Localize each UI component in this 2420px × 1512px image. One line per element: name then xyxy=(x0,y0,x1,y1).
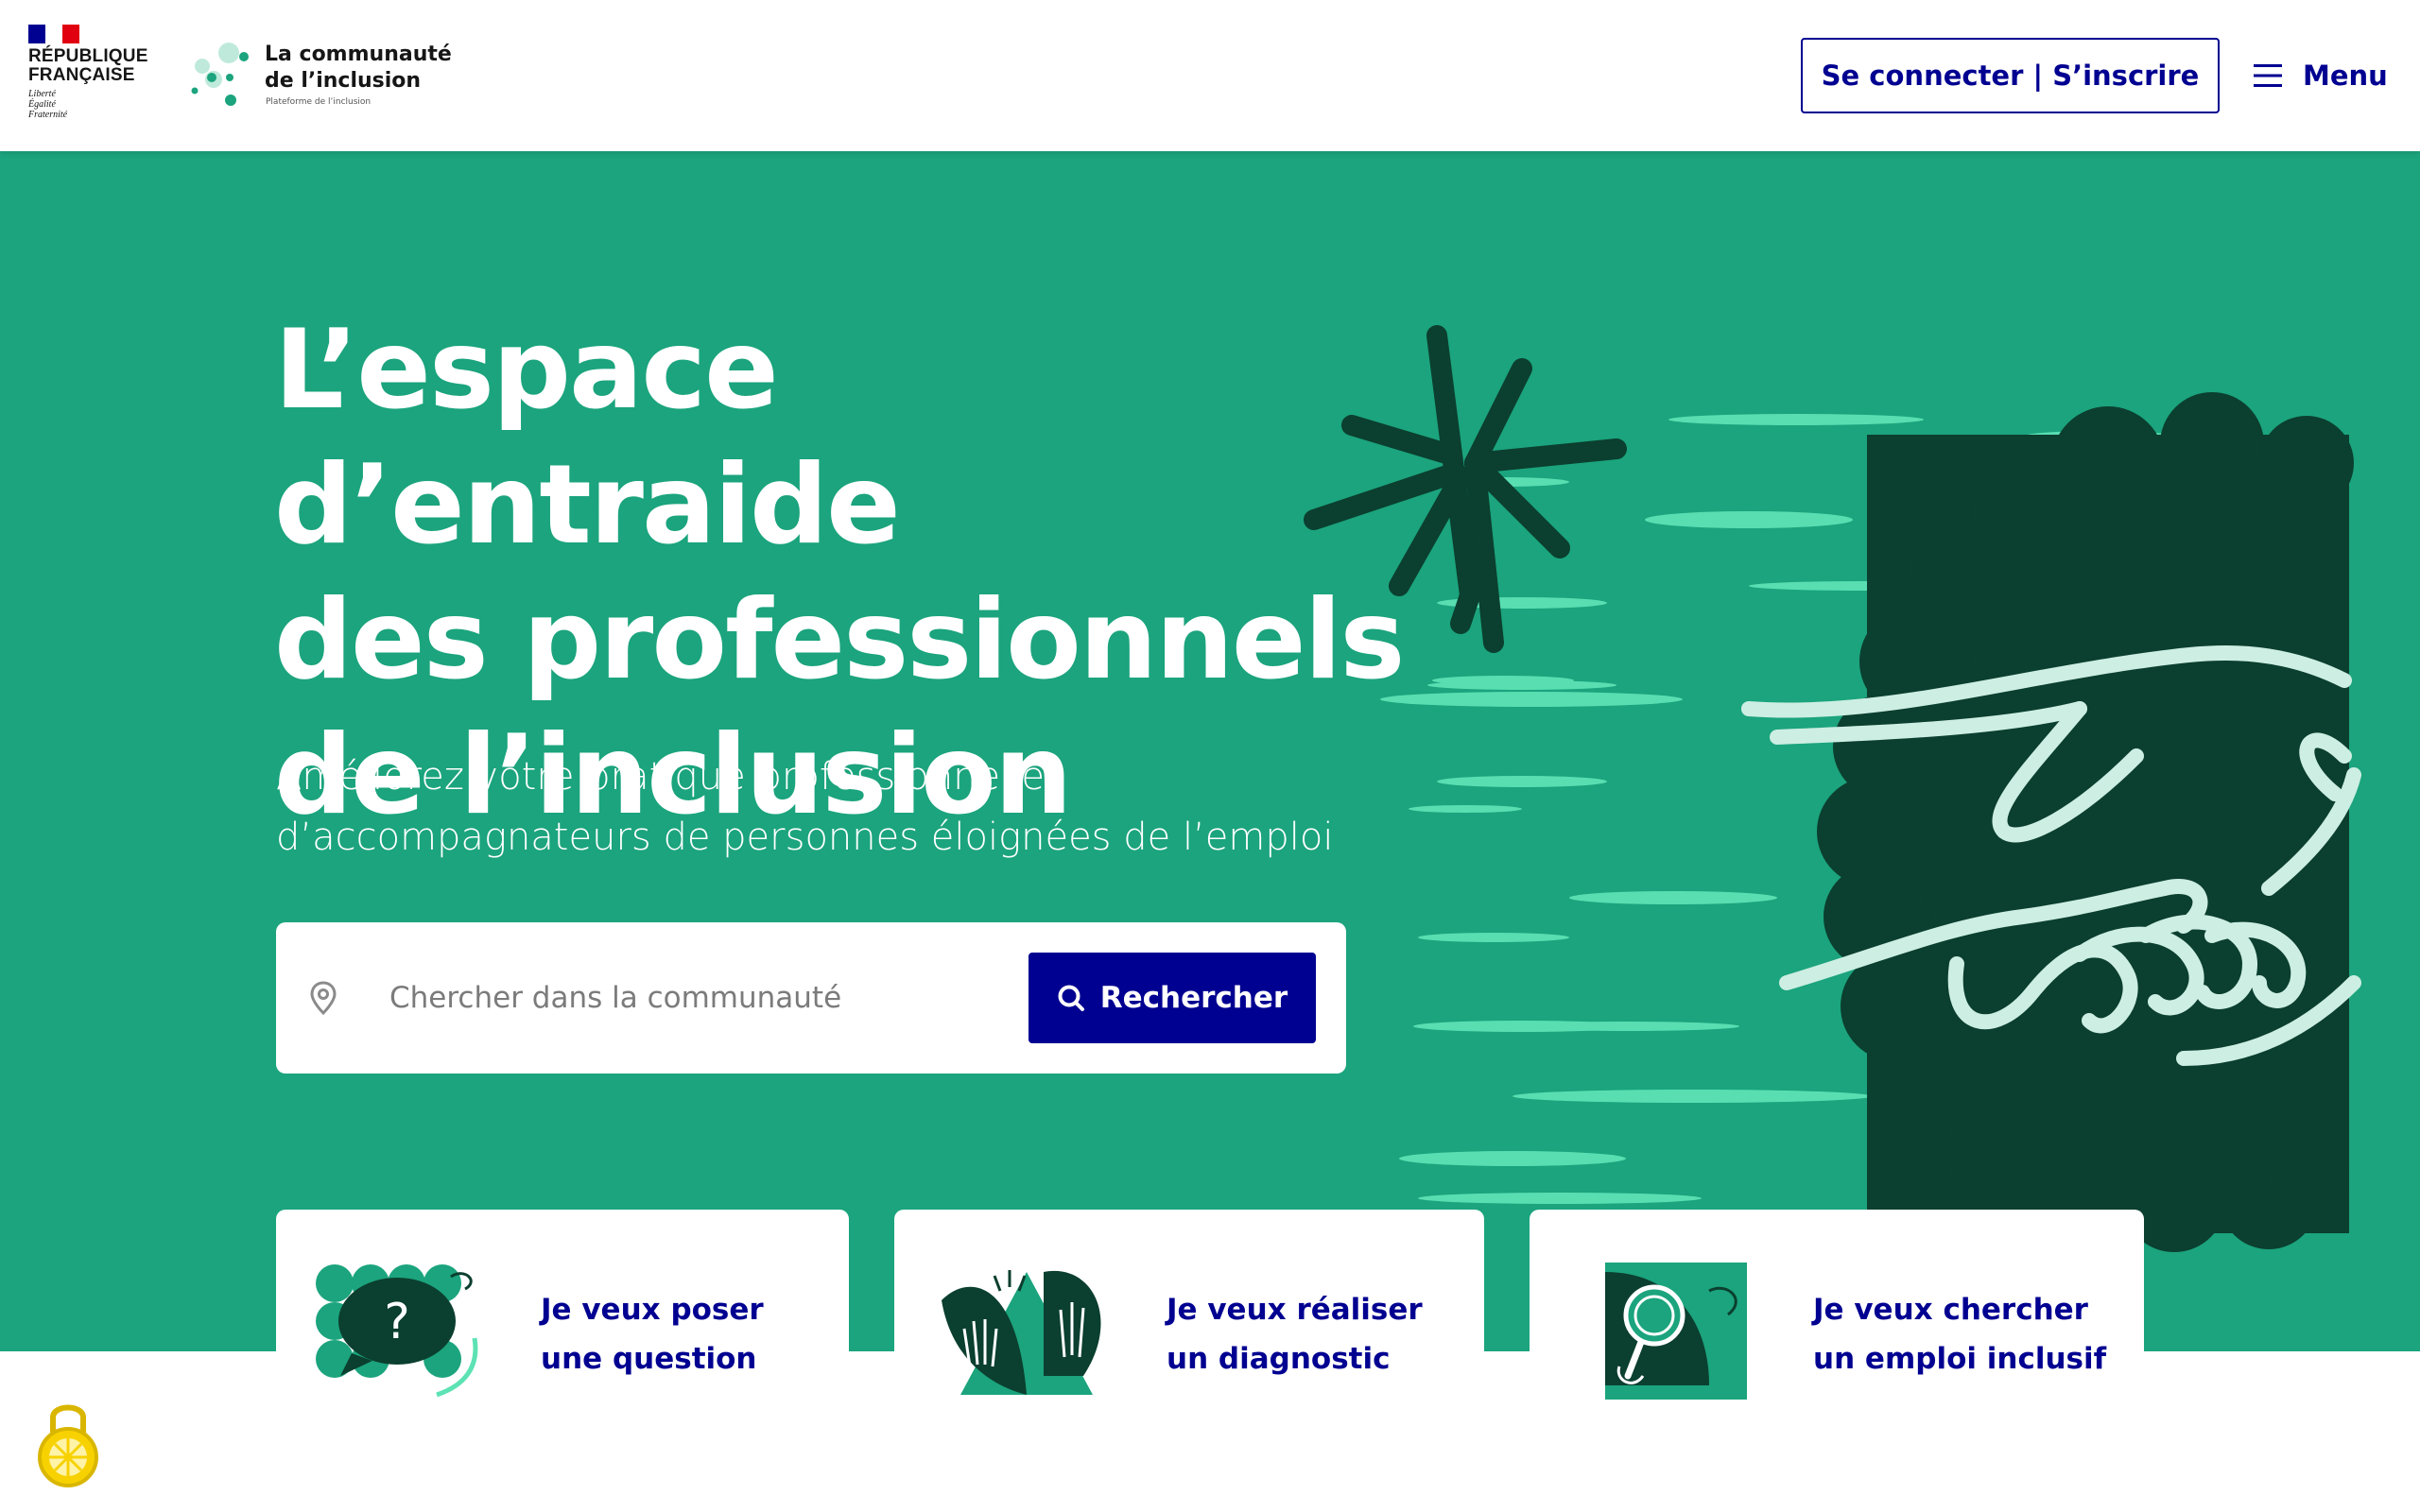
brand-logo[interactable]: La communauté de l’inclusion Plateforme … xyxy=(189,38,454,113)
hero-subtitle: Améliorez votre pratique professionnelle… xyxy=(276,755,1334,859)
card-ask-question-label: Je veux poser une question xyxy=(541,1293,764,1376)
brand-dots-icon xyxy=(191,43,249,106)
republique-francaise-logo[interactable]: RÉPUBLIQUE FRANÇAISE Liberté Égalité Fra… xyxy=(28,25,151,130)
republic-motto: Liberté Égalité Fraternité xyxy=(28,89,68,120)
brand-tagline: Plateforme de l’inclusion xyxy=(266,97,372,107)
search-icon xyxy=(1058,985,1084,1011)
french-flag-icon xyxy=(28,25,79,43)
search-box: Rechercher xyxy=(276,922,1346,1074)
card-diagnostic[interactable]: Je veux réaliser un diagnostic xyxy=(894,1210,1484,1399)
card-ask-question[interactable]: ? Je veux poser une question xyxy=(276,1210,849,1399)
card-diagnostic-label: Je veux réaliser un diagnostic xyxy=(1167,1293,1423,1376)
question-bubble-icon: ? xyxy=(316,1264,478,1398)
card-search-job[interactable]: Je veux chercher un emploi inclusif xyxy=(1530,1210,2144,1400)
brand-name: La communauté de l’inclusion xyxy=(265,43,452,93)
magnifier-icon xyxy=(1605,1263,1747,1400)
svg-text:?: ? xyxy=(384,1294,410,1350)
republique-francaise-text: RÉPUBLIQUE FRANÇAISE xyxy=(28,46,148,85)
hero-section: L’espace d’entraide des professionnels d… xyxy=(0,151,2420,1351)
hamburger-icon xyxy=(2254,64,2282,87)
menu-label: Menu xyxy=(2303,60,2388,92)
search-button-label: Rechercher xyxy=(1099,981,1288,1015)
login-signup-button[interactable]: Se connecter | S’inscrire xyxy=(1801,38,2220,113)
raised-hands-icon xyxy=(942,1270,1101,1395)
cookie-consent-lock-icon[interactable] xyxy=(34,1395,102,1489)
site-header: RÉPUBLIQUE FRANÇAISE Liberté Égalité Fra… xyxy=(0,0,2420,151)
search-button[interactable]: Rechercher xyxy=(1028,953,1316,1043)
card-search-job-label: Je veux chercher un emploi inclusif xyxy=(1813,1293,2107,1376)
location-pin-icon xyxy=(310,981,337,1015)
menu-button[interactable]: Menu xyxy=(2254,38,2395,113)
